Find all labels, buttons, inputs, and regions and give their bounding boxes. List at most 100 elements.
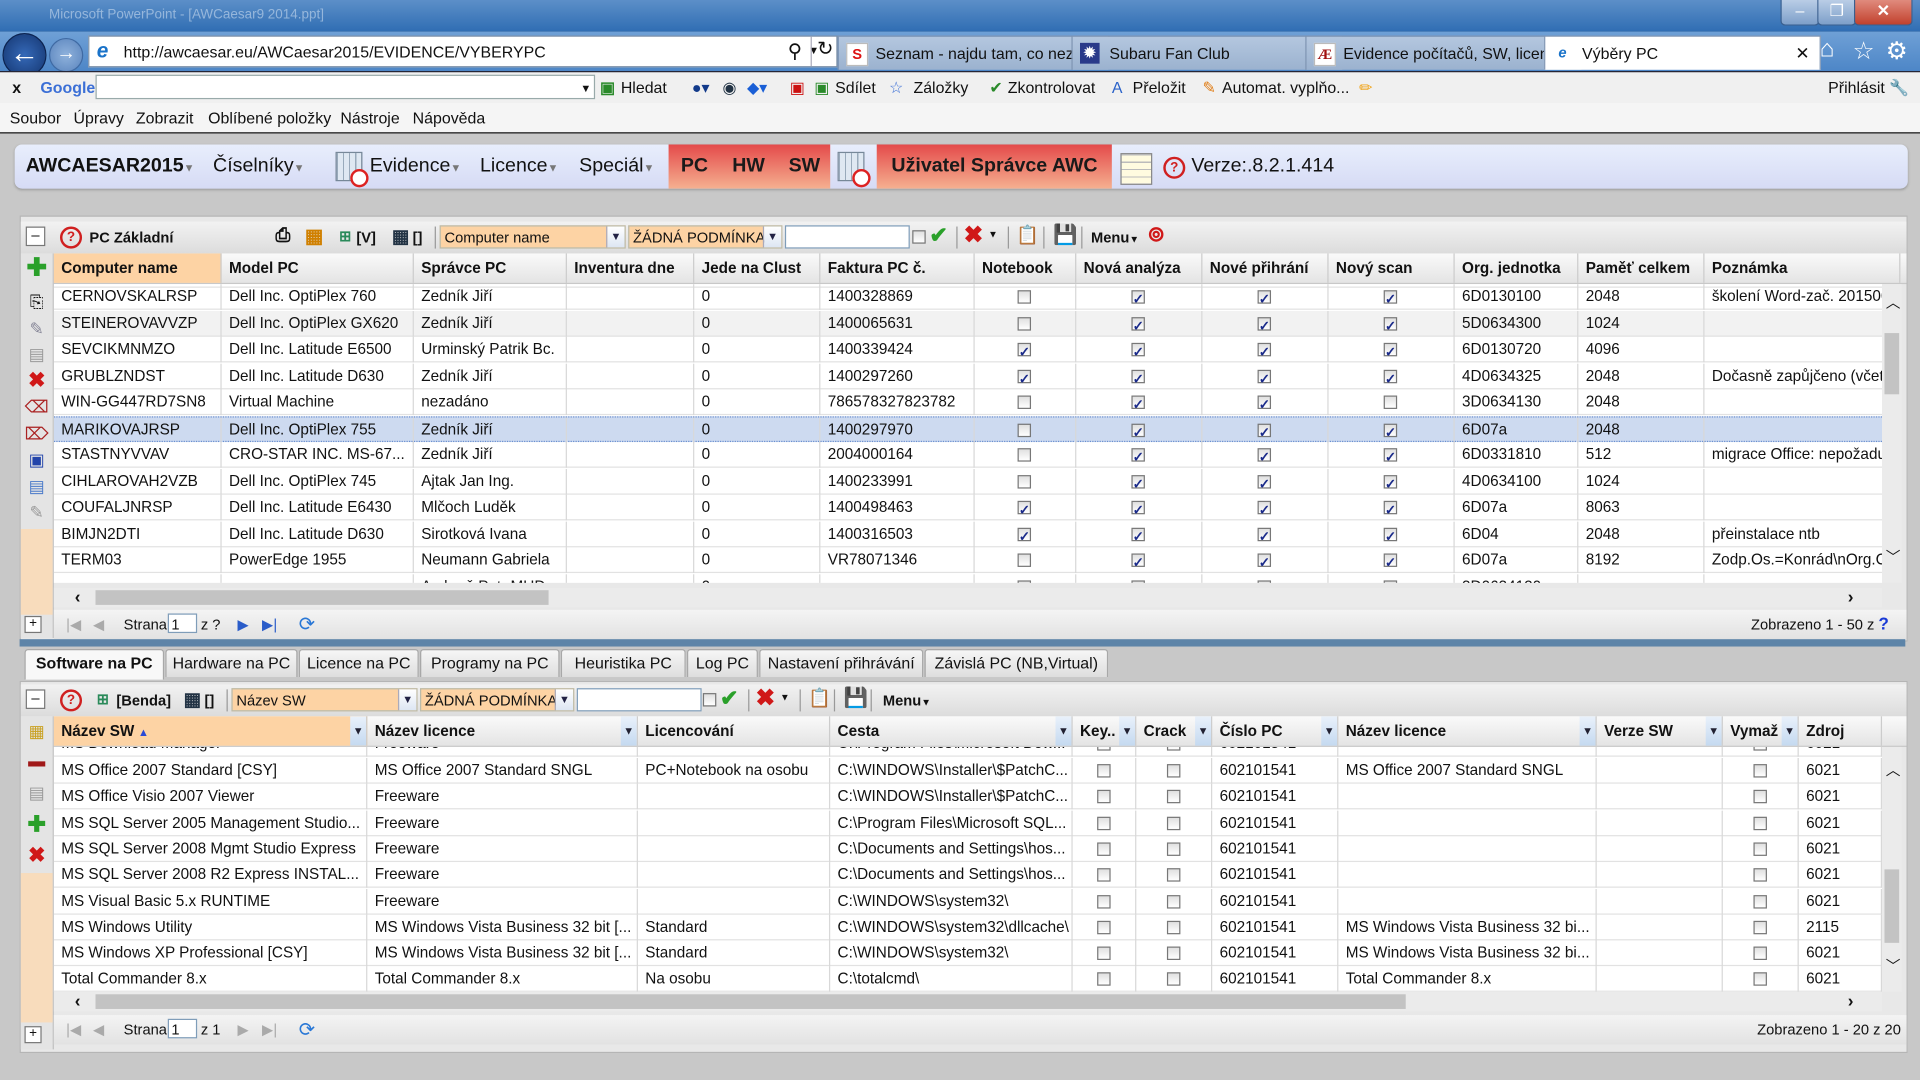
tab-3[interactable]: Programy na PC — [420, 648, 560, 678]
table-remove-icon[interactable]: ▬ — [24, 748, 48, 772]
column-header[interactable]: Faktura PC č. — [820, 253, 975, 283]
row-checkbox[interactable] — [1383, 367, 1398, 389]
column-header[interactable]: Nová analýza — [1076, 253, 1203, 283]
column-header[interactable]: Název licence ▼ — [367, 716, 638, 746]
row-checkbox[interactable] — [1166, 972, 1180, 987]
row-checkbox[interactable] — [1166, 868, 1180, 882]
row-checkbox[interactable] — [1017, 395, 1032, 409]
column-menu-icon[interactable]: ▼ — [620, 716, 637, 746]
browser-tab-subaru[interactable]: ✹ Subaru Fan Club — [1071, 35, 1344, 70]
row-checkbox[interactable] — [1096, 746, 1111, 751]
columns-label[interactable]: [] — [204, 692, 214, 709]
row-checkbox[interactable] — [1017, 474, 1032, 488]
copy-icon[interactable]: ⎘ — [24, 289, 48, 313]
row-checkbox[interactable] — [1752, 746, 1767, 751]
spellcheck-button[interactable]: Zkontrolovat — [1008, 78, 1096, 96]
earth-icon[interactable]: ◉ — [722, 78, 736, 98]
table-row[interactable]: MS SQL Server 2008 R2 Express INSTAL... F… — [53, 862, 1883, 888]
row-checkbox[interactable] — [1131, 472, 1145, 494]
row-checkbox[interactable] — [1166, 790, 1180, 804]
row-checkbox[interactable] — [1131, 314, 1145, 336]
table-row[interactable]: GRUBLZNDST Dell Inc. Latitude D630 Zedník … — [53, 363, 1883, 389]
row-checkbox[interactable] — [1166, 764, 1180, 778]
table-row[interactable]: WIN-GG447RD7SN8 Virtual Machine nezadáno 0 7… — [53, 389, 1883, 416]
table-row[interactable]: COUFALJNRSP Dell Inc. Latitude E6430 Mlčoc… — [53, 494, 1883, 521]
row-checkbox[interactable] — [1383, 472, 1398, 494]
search-icon[interactable]: ⚲ — [788, 39, 802, 63]
scroll-thumb[interactable] — [1884, 869, 1900, 943]
table-row[interactable]: MS SQL Server 2005 Management Studio... F… — [53, 810, 1883, 836]
row-checkbox[interactable] — [1257, 421, 1272, 443]
browser-tab-vybery-pc[interactable]: e Výběry PC ✕ — [1544, 35, 1821, 70]
erase-icon[interactable]: ⌫ — [24, 394, 49, 418]
column-header[interactable]: Jede na Clust — [694, 253, 821, 283]
column-header[interactable]: Číslo PC ▼ — [1212, 716, 1339, 746]
row-checkbox[interactable] — [1166, 920, 1180, 935]
row-checkbox[interactable] — [1752, 816, 1767, 830]
horizontal-scrollbar[interactable]: ‹ › — [53, 991, 1883, 1012]
gplus-icon[interactable]: ▣ — [790, 78, 805, 98]
calendar-clock-icon[interactable] — [837, 151, 871, 188]
column-menu-icon[interactable]: ▼ — [1321, 716, 1338, 746]
row-checkbox[interactable] — [1166, 816, 1180, 830]
translate-button[interactable]: Přeložit — [1133, 78, 1186, 96]
row-checkbox[interactable] — [1131, 446, 1145, 468]
row-checkbox[interactable] — [1096, 972, 1111, 987]
favorites-star-icon[interactable]: ☆ — [1853, 36, 1875, 67]
save-icon[interactable]: 💾 — [844, 686, 868, 710]
row-checkbox[interactable] — [1257, 314, 1272, 336]
column-header[interactable]: Licencování — [638, 716, 831, 746]
table-row[interactable]: TERM03 PowerEdge 1955 Neumann Gabriela 0 VR7… — [53, 547, 1883, 574]
refresh-icon[interactable]: ⟳ — [299, 612, 315, 636]
column-header[interactable]: Crack ▼ — [1136, 716, 1213, 746]
scroll-up-icon[interactable]: ︿ — [1886, 759, 1901, 780]
add-icon[interactable]: ✚ — [24, 256, 48, 280]
table-row[interactable]: MS Windows Utility MS Windows Vista Busin… — [53, 914, 1883, 941]
column-menu-icon[interactable]: ▼ — [1195, 716, 1212, 746]
document-icon[interactable]: ▤ — [24, 342, 48, 366]
menu-upravy[interactable]: Úpravy — [73, 109, 123, 127]
chevron-down-icon[interactable]: ▼ — [780, 692, 790, 703]
row-checkbox[interactable] — [1257, 579, 1272, 583]
last-page-icon[interactable]: ▶| — [262, 616, 277, 633]
clipboard-icon[interactable]: 📋 — [808, 687, 831, 709]
row-checkbox[interactable] — [1131, 393, 1145, 415]
column-header[interactable]: Správce PC — [414, 253, 567, 283]
row-checkbox[interactable] — [1131, 421, 1145, 443]
view-icon[interactable]: ⊞ — [97, 691, 109, 708]
row-checkbox[interactable] — [1096, 790, 1111, 804]
scroll-thumb[interactable] — [1884, 333, 1900, 395]
row-checkbox[interactable] — [1096, 946, 1111, 961]
columns-icon[interactable]: ▦ — [184, 688, 201, 710]
row-checkbox[interactable] — [1131, 525, 1145, 547]
maximize-button[interactable]: ❐ — [1817, 0, 1857, 26]
table-row[interactable]: CERNOVSKALRSP Dell Inc. OptiPlex 760 Zední… — [53, 284, 1883, 310]
diamond-icon[interactable]: ◆▾ — [747, 78, 767, 98]
save-icon[interactable]: 💾 — [1053, 223, 1077, 247]
row-checkbox[interactable] — [1096, 868, 1111, 882]
prev-page-icon[interactable]: ◀ — [93, 616, 104, 633]
panel-splitter[interactable] — [19, 639, 1906, 647]
chevron-down-icon[interactable]: ▼ — [580, 82, 591, 94]
notepad-edit-icon[interactable] — [1120, 153, 1153, 185]
view-icon[interactable]: ⊞ — [339, 228, 351, 245]
row-checkbox[interactable] — [1166, 946, 1180, 961]
row-checkbox[interactable] — [1096, 842, 1111, 856]
address-bar[interactable]: e http://awcaesar.eu/AWCaesar2015/EVIDEN… — [88, 35, 838, 68]
first-page-icon[interactable]: |◀ — [66, 616, 81, 633]
edit-icon[interactable]: ✎ — [24, 316, 48, 340]
help-icon[interactable]: ? — [1163, 156, 1186, 179]
clear-filter-icon[interactable]: ✖ — [964, 222, 983, 250]
column-header[interactable]: Key.. ▼ — [1073, 716, 1137, 746]
row-checkbox[interactable] — [1257, 340, 1272, 362]
row-checkbox[interactable] — [1166, 842, 1180, 856]
column-menu-icon[interactable]: ▼ — [1055, 716, 1072, 746]
filter-column-select[interactable]: Computer name ▼ — [439, 225, 626, 249]
row-checkbox[interactable] — [1752, 920, 1767, 935]
table-row[interactable]: MS Download ManagerFreeware C:\Program Fi… — [53, 746, 1883, 757]
grid-icon[interactable]: ▦ — [305, 224, 324, 248]
brand-menu[interactable]: AWCAESAR2015▼ — [26, 156, 195, 178]
row-checkbox[interactable] — [1017, 553, 1032, 567]
owner-label[interactable]: [Benda] — [116, 692, 171, 709]
share-button[interactable]: Sdílet — [835, 78, 876, 96]
